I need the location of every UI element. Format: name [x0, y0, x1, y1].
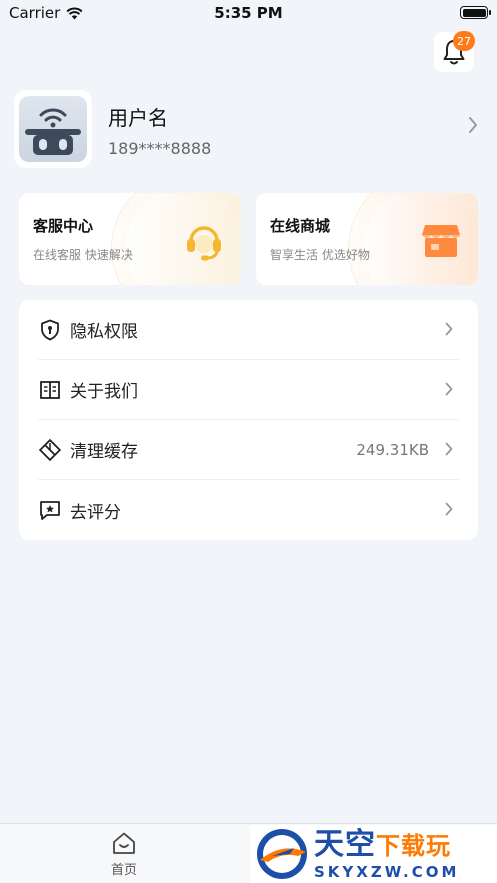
chevron-right-icon [469, 117, 477, 133]
phone-number: 189****8888 [108, 139, 212, 158]
menu-item-clear-cache[interactable]: 清理缓存 249.31KB [38, 420, 459, 480]
watermark-domain: SKYXZW.COM [314, 862, 460, 881]
menu-item-about[interactable]: 关于我们 [38, 360, 459, 420]
watermark-accent: 下载玩 [376, 831, 451, 860]
username: 用户名 [108, 106, 168, 130]
chevron-right-icon [445, 442, 453, 456]
customer-service-card[interactable]: 客服中心 在线客服 快速解决 [19, 193, 241, 285]
chevron-right-icon [445, 322, 453, 336]
tab-home[interactable]: 首页 [0, 824, 248, 883]
avatar[interactable] [14, 90, 92, 168]
watermark: 天空下载玩 SKYXZW.COM [250, 825, 497, 883]
card-title: 客服中心 [33, 217, 94, 235]
online-store-card[interactable]: 在线商城 智享生活 优选好物 [256, 193, 478, 285]
battery-icon [460, 6, 491, 19]
profile-row[interactable]: 用户名 189****8888 [14, 90, 484, 168]
menu-item-label: 关于我们 [70, 382, 138, 402]
watermark-title: 天空 [314, 826, 376, 862]
notification-badge: 27 [453, 31, 475, 51]
clock: 5:35 PM [214, 4, 283, 22]
home-icon [113, 832, 135, 854]
menu-item-label: 清理缓存 [70, 442, 138, 462]
cache-size: 249.31KB [356, 440, 429, 459]
robot-avatar-icon [19, 96, 87, 162]
chevron-right-icon [445, 382, 453, 396]
rating-icon [38, 498, 62, 522]
headset-icon [187, 226, 221, 261]
settings-menu: 隐私权限 关于我们 清理缓存 249.31KB 去评分 [19, 300, 478, 540]
menu-item-rate[interactable]: 去评分 [38, 480, 459, 540]
menu-item-label: 隐私权限 [70, 322, 138, 342]
chevron-right-icon [445, 502, 453, 516]
store-icon [422, 225, 460, 257]
book-icon [38, 378, 62, 402]
eraser-icon [38, 438, 62, 462]
watermark-logo [257, 829, 307, 879]
menu-item-label: 去评分 [70, 502, 121, 523]
tab-home-label: 首页 [110, 862, 137, 878]
card-title: 在线商城 [270, 217, 331, 235]
card-subtitle: 在线客服 快速解决 [33, 248, 133, 262]
card-subtitle: 智享生活 优选好物 [270, 248, 370, 262]
menu-item-privacy[interactable]: 隐私权限 [38, 300, 459, 360]
status-bar: Carrier 5:35 PM [0, 0, 497, 26]
shield-icon [38, 318, 62, 342]
